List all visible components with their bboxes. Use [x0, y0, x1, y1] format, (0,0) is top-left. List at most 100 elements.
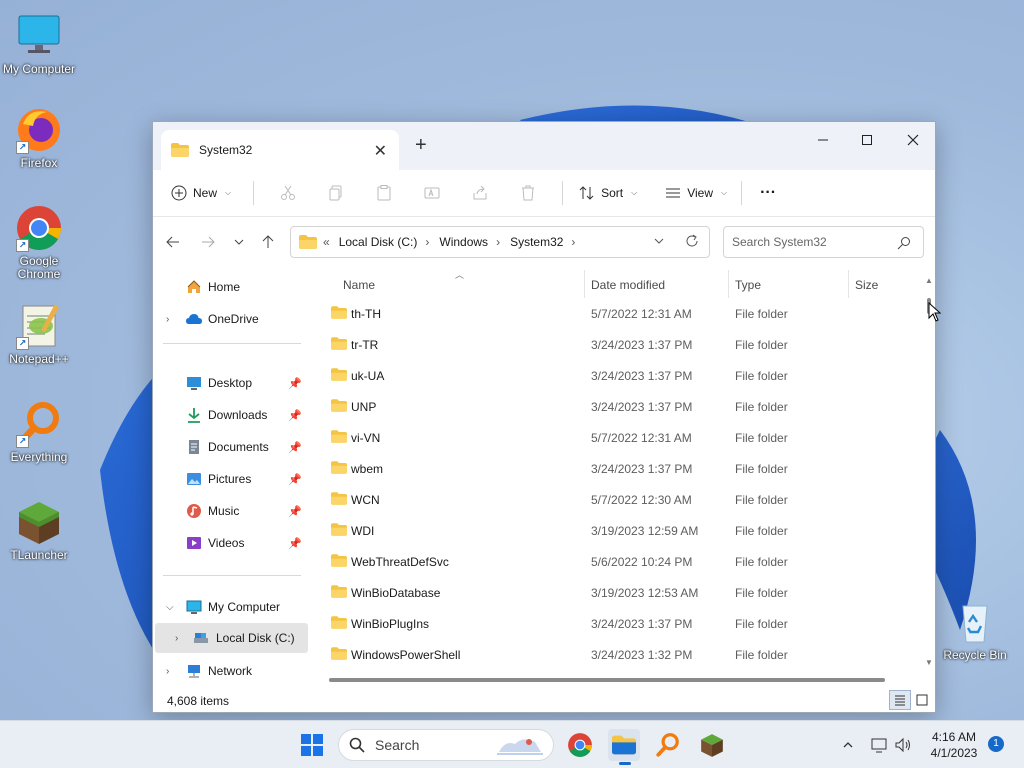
taskbar-chrome[interactable] — [564, 729, 596, 761]
column-header-type[interactable]: Type — [735, 278, 761, 292]
details-view-button[interactable] — [889, 690, 911, 710]
sidebar-item-desktop[interactable]: Desktop 📌 — [153, 368, 308, 398]
view-button[interactable]: View ⌵ — [665, 185, 727, 201]
show-hidden-icons-button[interactable] — [832, 729, 864, 761]
chevron-right-icon[interactable]: › — [175, 633, 178, 644]
table-row[interactable]: uk-UA 3/24/2023 1:37 PM File folder — [329, 360, 919, 391]
scroll-up-icon[interactable]: ▲ — [925, 276, 933, 285]
new-tab-button[interactable]: + — [415, 134, 427, 157]
delete-button[interactable] — [504, 185, 552, 201]
minimize-button[interactable] — [801, 126, 845, 154]
thumbnail-view-button[interactable] — [911, 690, 933, 710]
toolbar-divider — [253, 181, 255, 205]
recent-locations-button[interactable] — [233, 235, 245, 252]
paste-button[interactable] — [360, 185, 408, 201]
breadcrumb-overflow[interactable]: « — [323, 235, 330, 249]
close-tab-icon[interactable]: ✕ — [374, 141, 387, 161]
desktop-icon-my-computer[interactable]: My Computer — [1, 12, 77, 76]
address-history-button[interactable] — [653, 235, 665, 250]
tab-system32[interactable]: System32 ✕ — [161, 130, 399, 170]
forward-button[interactable] — [201, 235, 215, 252]
volume-button[interactable] — [888, 729, 920, 761]
column-header-date-modified[interactable]: Date modified — [591, 278, 665, 292]
table-row[interactable]: tr-TR 3/24/2023 1:37 PM File folder — [329, 329, 919, 360]
chevron-down-icon[interactable]: ⌵ — [166, 602, 174, 613]
close-window-button[interactable] — [891, 126, 935, 154]
table-row[interactable]: WindowsPowerShell 3/24/2023 1:32 PM File f… — [329, 639, 919, 670]
desktop-icon-recycle-bin[interactable]: Recycle Bin — [937, 598, 1013, 662]
table-row[interactable]: wbem 3/24/2023 1:37 PM File folder — [329, 453, 919, 484]
file-type: File folder — [735, 617, 788, 631]
pin-icon: 📌 — [288, 409, 302, 422]
table-row[interactable]: WCN 5/7/2022 12:30 AM File folder — [329, 484, 919, 515]
sidebar-item-onedrive[interactable]: › OneDrive — [153, 304, 308, 334]
chevron-down-icon: ⌵ — [631, 188, 638, 197]
chevron-right-icon[interactable]: › — [166, 314, 169, 325]
copy-button[interactable] — [312, 185, 360, 201]
refresh-button[interactable] — [685, 234, 699, 251]
desktop-icon-chrome[interactable]: ↗ Google Chrome — [1, 204, 77, 281]
new-label: New — [193, 186, 218, 200]
taskbar-tlauncher[interactable] — [696, 729, 728, 761]
vertical-scrollbar[interactable]: ▲ ▼ — [924, 270, 934, 670]
taskbar-clock[interactable]: 4:16 AM 4/1/2023 — [924, 729, 984, 761]
search-input[interactable] — [732, 235, 892, 249]
horizontal-scrollbar[interactable] — [329, 678, 885, 682]
chevron-right-icon[interactable]: › — [166, 666, 169, 677]
taskbar-search[interactable]: Search — [338, 729, 554, 761]
new-button[interactable]: New ⌵ — [171, 185, 231, 201]
see-more-button[interactable]: ··· — [760, 184, 776, 202]
file-date-modified: 3/24/2023 1:37 PM — [591, 400, 693, 414]
column-header-name[interactable]: Name — [343, 278, 375, 292]
cut-button[interactable] — [264, 185, 312, 201]
taskbar-file-explorer[interactable] — [608, 729, 640, 761]
table-row[interactable]: th-TH 5/7/2022 12:31 AM File folder — [329, 298, 919, 329]
folder-icon — [331, 523, 347, 536]
file-name: th-TH — [351, 307, 381, 321]
sidebar-item-network[interactable]: › Network — [153, 656, 308, 686]
table-row[interactable]: WinBioPlugIns 3/24/2023 1:37 PM File folde… — [329, 608, 919, 639]
breadcrumb-local-disk[interactable]: Local Disk (C:) — [339, 235, 418, 249]
breadcrumb-separator-icon: › — [496, 235, 501, 249]
address-bar[interactable]: « Local Disk (C:) › Windows › System32 › — [290, 226, 710, 258]
breadcrumb-system32[interactable]: System32 — [510, 235, 563, 249]
table-row[interactable]: WinBioDatabase 3/19/2023 12:53 AM File fol… — [329, 577, 919, 608]
sidebar-item-music[interactable]: Music 📌 — [153, 496, 308, 526]
desktop-icon-tlauncher[interactable]: TLauncher — [1, 498, 77, 562]
table-row[interactable]: vi-VN 5/7/2022 12:31 AM File folder — [329, 422, 919, 453]
video-icon — [187, 537, 201, 549]
column-header-size[interactable]: Size — [855, 278, 878, 292]
start-button[interactable] — [296, 729, 328, 761]
file-type: File folder — [735, 648, 788, 662]
table-row[interactable]: WebThreatDefSvc 5/6/2022 10:24 PM File fol… — [329, 546, 919, 577]
file-name: WinBioPlugIns — [351, 617, 430, 631]
maximize-button[interactable] — [845, 126, 889, 154]
sidebar-item-videos[interactable]: Videos 📌 — [153, 528, 308, 558]
sort-button[interactable]: Sort ⌵ — [579, 185, 637, 201]
sidebar-item-documents[interactable]: Documents 📌 — [153, 432, 308, 462]
up-button[interactable] — [261, 235, 275, 252]
share-button[interactable] — [456, 185, 504, 201]
table-row[interactable]: WDI 3/19/2023 12:59 AM File folder — [329, 515, 919, 546]
sidebar-item-my-computer[interactable]: ⌵ My Computer — [153, 592, 308, 622]
scroll-down-icon[interactable]: ▼ — [925, 658, 933, 667]
column-divider[interactable] — [848, 270, 849, 298]
back-button[interactable] — [166, 235, 180, 252]
search-box[interactable] — [723, 226, 924, 258]
rename-button[interactable] — [408, 185, 456, 201]
sidebar-item-downloads[interactable]: Downloads 📌 — [153, 400, 308, 430]
table-row[interactable]: UNP 3/24/2023 1:37 PM File folder — [329, 391, 919, 422]
sidebar-item-home[interactable]: Home — [153, 272, 308, 302]
desktop-icon-firefox[interactable]: ↗ Firefox — [1, 106, 77, 170]
sidebar-item-local-disk[interactable]: › Local Disk (C:) — [155, 623, 308, 653]
notification-badge[interactable]: 1 — [988, 736, 1004, 752]
taskbar-everything[interactable] — [652, 729, 684, 761]
column-divider[interactable] — [584, 270, 585, 298]
sidebar-item-pictures[interactable]: Pictures 📌 — [153, 464, 308, 494]
file-type: File folder — [735, 524, 788, 538]
folder-icon — [331, 461, 347, 474]
breadcrumb-windows[interactable]: Windows — [439, 235, 488, 249]
desktop-icon-notepadpp[interactable]: ↗ Notepad++ — [1, 302, 77, 366]
column-divider[interactable] — [728, 270, 729, 298]
desktop-icon-everything[interactable]: ↗ Everything — [1, 400, 77, 464]
